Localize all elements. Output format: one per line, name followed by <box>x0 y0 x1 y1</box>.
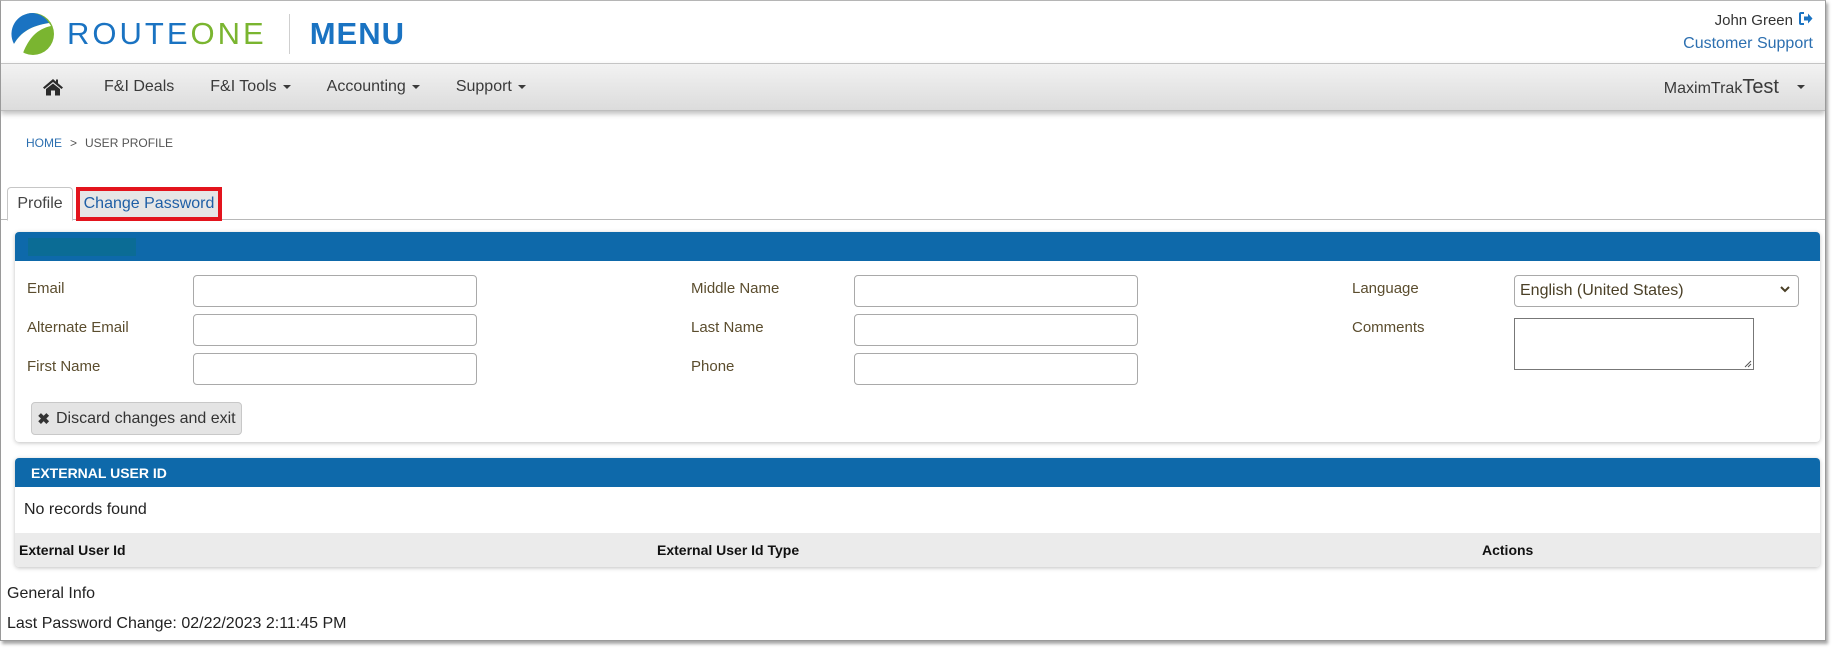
logo-text-menu: MENU <box>309 16 405 51</box>
profile-tabs: Profile Change Password <box>1 187 1825 221</box>
nav-fi-deals[interactable]: F&I Deals <box>104 78 174 96</box>
routeone-logo[interactable]: ROUTE ONE MENU <box>11 11 405 57</box>
user-area: John Green Customer Support <box>1683 11 1813 53</box>
nav-fi-tools[interactable]: F&I Tools <box>210 78 291 96</box>
phone-field[interactable] <box>854 353 1138 385</box>
sign-out-icon[interactable] <box>1799 12 1813 28</box>
nav-fi-deals-label: F&I Deals <box>104 78 175 95</box>
main-navbar: F&I Deals F&I Tools Accounting Support M… <box>1 63 1825 111</box>
external-user-id-panel: EXTERNAL USER ID No records found Extern… <box>15 458 1820 567</box>
page-frame: ROUTE ONE MENU John Green Customer Suppor… <box>0 0 1826 641</box>
first-name-label: First Name <box>27 358 101 375</box>
nav-home-button[interactable] <box>38 75 68 99</box>
nav-accounting[interactable]: Accounting <box>327 78 420 96</box>
logo-divider <box>288 14 290 54</box>
chevron-down-icon <box>1780 286 1790 293</box>
nav-fi-tools-label: F&I Tools <box>210 78 277 95</box>
caret-down-icon <box>517 85 526 89</box>
nav-accounting-label: Accounting <box>326 78 406 95</box>
account-name-suffix: Test <box>1742 75 1779 98</box>
general-info-title: General Info <box>7 585 96 602</box>
column-actions: Actions <box>1482 542 1534 558</box>
nav-support-label: Support <box>455 78 512 95</box>
middle-name-label: Middle Name <box>691 280 780 297</box>
comments-label: Comments <box>1352 319 1425 336</box>
breadcrumb-separator: > <box>70 136 78 150</box>
caret-down-icon <box>411 85 420 89</box>
caret-down-icon <box>1797 85 1805 89</box>
redacted-panel-title <box>28 237 136 256</box>
phone-label: Phone <box>691 358 735 375</box>
tab-profile[interactable]: Profile <box>7 187 73 221</box>
routeone-logo-mark-icon <box>11 12 54 55</box>
customer-support-link[interactable]: Customer Support <box>1683 35 1813 53</box>
breadcrumb: HOME > USER PROFILE <box>26 136 173 150</box>
alternate-email-label: Alternate Email <box>27 319 129 336</box>
external-user-id-header: EXTERNAL USER ID <box>15 458 1820 487</box>
profile-panel: Email Alternate Email First Name Middle … <box>15 232 1820 442</box>
home-icon <box>43 79 63 96</box>
last-name-label: Last Name <box>691 319 764 336</box>
user-info: John Green <box>1683 11 1813 29</box>
middle-name-field[interactable] <box>854 275 1138 307</box>
nav-support[interactable]: Support <box>456 78 526 96</box>
language-select[interactable]: English (United States) <box>1514 275 1799 307</box>
resize-handle-icon[interactable] <box>1743 359 1752 368</box>
discard-changes-label: Discard changes and exit <box>55 409 236 427</box>
tab-change-password[interactable]: Change Password <box>76 187 222 221</box>
profile-panel-header <box>15 232 1820 261</box>
language-select-value: English (United States) <box>1520 282 1684 299</box>
close-icon: ✖ <box>37 410 50 428</box>
external-user-id-table-header: External User Id External User Id Type A… <box>15 533 1820 567</box>
language-label: Language <box>1352 280 1419 297</box>
comments-textarea[interactable] <box>1514 318 1754 370</box>
no-records-message: No records found <box>24 501 147 518</box>
breadcrumb-home-link[interactable]: HOME <box>26 136 62 150</box>
email-label: Email <box>27 280 65 297</box>
last-name-field[interactable] <box>854 314 1138 346</box>
column-external-user-id[interactable]: External User Id <box>19 542 126 558</box>
discard-changes-button[interactable]: ✖ Discard changes and exit <box>31 402 242 435</box>
first-name-field[interactable] <box>193 353 477 385</box>
logo-text-route: ROUTE <box>67 16 191 51</box>
user-name: John Green <box>1714 11 1793 29</box>
account-name: MaximTrakTest <box>1664 76 1779 99</box>
email-field[interactable] <box>193 275 477 307</box>
breadcrumb-current: USER PROFILE <box>85 136 174 150</box>
caret-down-icon <box>282 85 291 89</box>
alternate-email-field[interactable] <box>193 314 477 346</box>
logo-text-one: ONE <box>190 16 267 51</box>
last-password-change: Last Password Change: 02/22/2023 2:11:45… <box>7 615 347 632</box>
column-external-user-id-type[interactable]: External User Id Type <box>657 542 799 558</box>
account-name-main: MaximTrak <box>1663 79 1743 97</box>
account-dropdown[interactable]: MaximTrakTest <box>1664 64 1805 110</box>
